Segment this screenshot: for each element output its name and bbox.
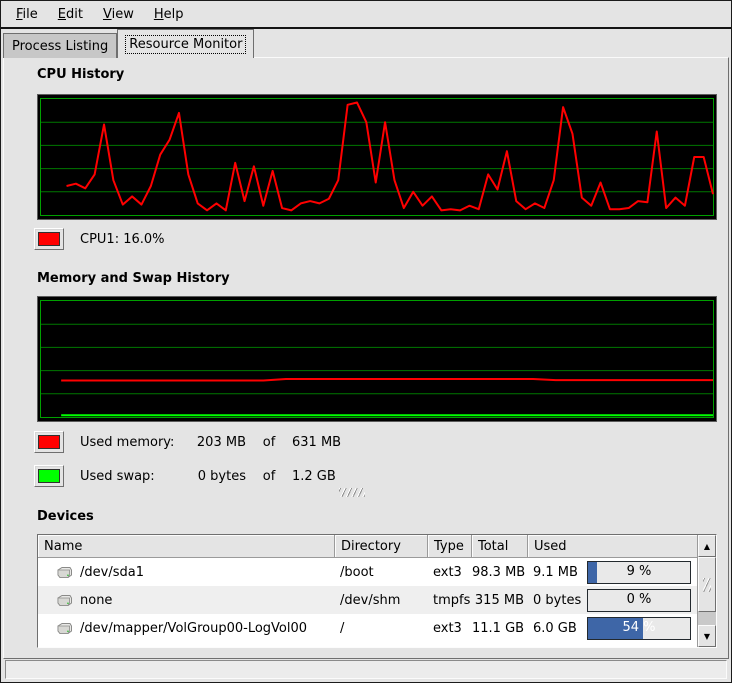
- column-header-total[interactable]: Total: [472, 535, 528, 558]
- devices-table-body: /dev/sda1 /boot ext3 98.3 MB 9.1 MB 9 % …: [38, 558, 697, 642]
- column-header-type[interactable]: Type: [428, 535, 472, 558]
- system-monitor-window: File Edit View Help Process Listing Reso…: [0, 0, 732, 683]
- device-type: ext3: [428, 621, 472, 636]
- scrollbar-down-button[interactable]: ▼: [698, 625, 716, 647]
- scrollbar-trough[interactable]: [698, 612, 716, 625]
- memory-total-value: 631 MB: [292, 435, 341, 450]
- cpu-color-swatch: [38, 232, 60, 246]
- usage-percent-label: 54 %: [588, 618, 690, 639]
- device-name: /dev/sda1: [80, 565, 144, 580]
- memory-color-swatch-button[interactable]: [34, 431, 64, 453]
- memory-history-graph: [37, 296, 717, 422]
- scrollbar-up-button[interactable]: ▲: [698, 535, 716, 557]
- devices-scrollbar: ▲ ▼: [697, 535, 716, 647]
- menu-help[interactable]: Help: [144, 4, 194, 25]
- devices-table-filler: [38, 642, 697, 647]
- pane-resize-grip[interactable]: [339, 488, 365, 497]
- cpu-legend: CPU1: 16.0%: [34, 228, 165, 250]
- statusbar: [5, 660, 727, 679]
- cpu-color-swatch-button[interactable]: [34, 228, 64, 250]
- device-row[interactable]: /dev/mapper/VolGroup00-LogVol00 / ext3 1…: [38, 614, 697, 642]
- device-usage-bar: 54 %: [587, 617, 691, 640]
- swap-color-swatch: [38, 469, 60, 483]
- memory-history-title: Memory and Swap History: [37, 271, 230, 286]
- device-type: ext3: [428, 565, 472, 580]
- device-name: /dev/mapper/VolGroup00-LogVol00: [80, 621, 307, 636]
- usage-percent-label: 9 %: [588, 562, 690, 583]
- tab-process-listing[interactable]: Process Listing: [3, 33, 117, 58]
- device-total: 315 MB: [472, 593, 528, 608]
- column-header-used[interactable]: Used: [528, 535, 697, 558]
- menubar: File Edit View Help: [1, 1, 731, 29]
- swap-legend-label: Used swap:: [80, 469, 182, 484]
- cpu-legend-label: CPU1: 16.0%: [80, 232, 165, 247]
- column-header-directory[interactable]: Directory: [335, 535, 428, 558]
- swap-used-value: 0 bytes: [182, 469, 246, 484]
- memory-of-text: of: [246, 435, 292, 450]
- swap-color-swatch-button[interactable]: [34, 465, 64, 487]
- swap-total-value: 1.2 GB: [292, 469, 336, 484]
- device-row[interactable]: none /dev/shm tmpfs 315 MB 0 bytes 0 %: [38, 586, 697, 614]
- swap-legend-row: Used swap: 0 bytes of 1.2 GB: [34, 465, 336, 487]
- memory-history-plot: [41, 301, 713, 417]
- memory-legend-row: Used memory: 203 MB of 631 MB: [34, 431, 341, 453]
- scrollbar-thumb[interactable]: [698, 557, 716, 612]
- cpu-history-title: CPU History: [37, 67, 124, 82]
- down-arrow-icon: ▼: [704, 632, 710, 641]
- device-name: none: [80, 593, 112, 608]
- device-used: 0 bytes: [533, 593, 581, 608]
- device-directory: /: [335, 621, 428, 636]
- menu-view[interactable]: View: [93, 4, 144, 25]
- memory-used-value: 203 MB: [182, 435, 246, 450]
- usage-percent-label: 0 %: [588, 590, 690, 611]
- devices-table: Name Directory Type Total Used /dev/sda1…: [37, 534, 717, 648]
- device-directory: /dev/shm: [335, 593, 428, 608]
- cpu-history-plot: [41, 99, 713, 215]
- device-usage-bar: 9 %: [587, 561, 691, 584]
- memory-color-swatch: [38, 435, 60, 449]
- scrollbar-grip-icon: [703, 578, 711, 592]
- device-used: 6.0 GB: [533, 621, 577, 636]
- device-total: 11.1 GB: [472, 621, 528, 636]
- cpu-history-graph: [37, 94, 717, 220]
- tab-bar: Process Listing Resource Monitor: [3, 30, 254, 58]
- device-total: 98.3 MB: [472, 565, 528, 580]
- devices-title: Devices: [37, 509, 94, 524]
- column-header-name[interactable]: Name: [38, 535, 335, 558]
- device-row[interactable]: /dev/sda1 /boot ext3 98.3 MB 9.1 MB 9 %: [38, 558, 697, 586]
- menu-edit[interactable]: Edit: [48, 4, 93, 25]
- devices-table-header: Name Directory Type Total Used: [38, 535, 697, 558]
- device-directory: /boot: [335, 565, 428, 580]
- up-arrow-icon: ▲: [704, 542, 710, 551]
- swap-of-text: of: [246, 469, 292, 484]
- tab-resource-monitor[interactable]: Resource Monitor: [117, 29, 254, 58]
- hard-drive-icon: [56, 566, 73, 579]
- hard-drive-icon: [56, 594, 73, 607]
- device-usage-bar: 0 %: [587, 589, 691, 612]
- device-used: 9.1 MB: [533, 565, 578, 580]
- menu-file[interactable]: File: [6, 4, 48, 25]
- devices-table-main: Name Directory Type Total Used /dev/sda1…: [38, 535, 697, 647]
- hard-drive-icon: [56, 622, 73, 635]
- memory-legend-label: Used memory:: [80, 435, 182, 450]
- device-type: tmpfs: [428, 593, 472, 608]
